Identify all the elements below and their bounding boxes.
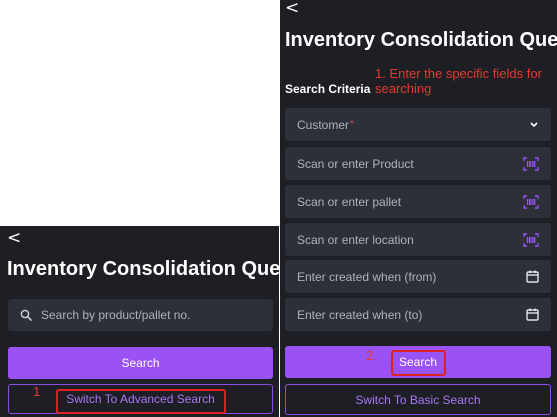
created-to-field[interactable]: Enter created when (to): [285, 298, 551, 331]
customer-select[interactable]: Customer*: [285, 108, 551, 141]
created-from-placeholder: Enter created when (from): [297, 269, 437, 284]
created-to-placeholder: Enter created when (to): [297, 307, 423, 322]
annotation-note: 1. Enter the specific fields for searchi…: [375, 66, 542, 96]
annotation-number-1: 1: [33, 384, 41, 399]
search-input[interactable]: Search by product/pallet no.: [8, 299, 273, 331]
pallet-field-placeholder: Scan or enter pallet: [297, 194, 402, 209]
customer-select-label: Customer: [297, 117, 350, 132]
pallet-field[interactable]: Scan or enter pallet: [285, 185, 551, 218]
back-button[interactable]: <: [285, 0, 299, 17]
barcode-scan-icon[interactable]: [523, 232, 539, 247]
search-criteria-label: Search Criteria: [285, 82, 371, 96]
search-input-placeholder: Search by product/pallet no.: [41, 308, 191, 322]
search-button[interactable]: Search: [8, 347, 273, 379]
barcode-scan-icon[interactable]: [523, 194, 539, 209]
page-title: Inventory Consolidation Query: [285, 29, 557, 51]
location-field-placeholder: Scan or enter location: [297, 232, 414, 247]
page-title: Inventory Consolidation Query: [7, 258, 279, 280]
barcode-scan-icon[interactable]: [523, 156, 539, 171]
search-icon: [20, 309, 32, 321]
back-button[interactable]: <: [7, 230, 21, 247]
chevron-down-icon: [529, 121, 539, 129]
annotation-highlight-switch: [56, 389, 226, 414]
required-mark: *: [350, 118, 354, 130]
switch-to-basic-button[interactable]: Switch To Basic Search: [285, 384, 551, 415]
calendar-icon[interactable]: [526, 270, 539, 283]
location-field[interactable]: Scan or enter location: [285, 223, 551, 256]
product-field[interactable]: Scan or enter Product: [285, 147, 551, 180]
calendar-icon[interactable]: [526, 308, 539, 321]
basic-search-screen: < Inventory Consolidation Query Search b…: [0, 226, 279, 417]
annotation-number-2: 2.: [366, 348, 377, 363]
product-field-placeholder: Scan or enter Product: [297, 156, 414, 171]
annotation-highlight-search: [391, 350, 446, 376]
created-from-field[interactable]: Enter created when (from): [285, 260, 551, 293]
advanced-search-screen: < Inventory Consolidation Query Search C…: [280, 0, 557, 417]
